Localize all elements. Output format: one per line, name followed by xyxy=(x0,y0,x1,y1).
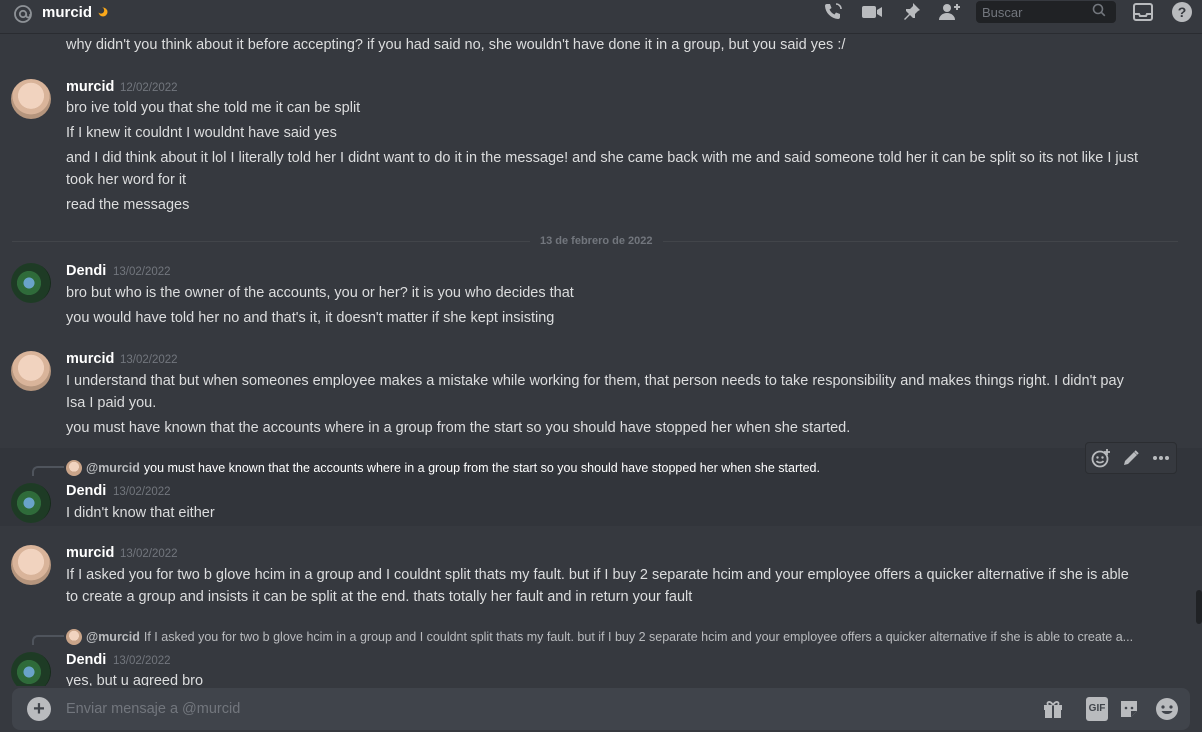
gif-label: GIF xyxy=(1085,697,1109,721)
avatar[interactable] xyxy=(11,652,51,686)
reply-text: If I asked you for two b glove hcim in a… xyxy=(143,630,1134,644)
message-timestamp: 12/02/2022 xyxy=(120,82,178,94)
gift-icon[interactable] xyxy=(1040,697,1066,721)
message-username[interactable]: Dendi xyxy=(66,650,106,670)
pin-icon[interactable] xyxy=(899,0,923,24)
message-timestamp: 13/02/2022 xyxy=(113,486,171,498)
message-text: Isa I paid you. xyxy=(66,395,157,411)
message-text: If I knew it couldnt I wouldnt have said… xyxy=(66,125,337,141)
emoji-icon[interactable] xyxy=(1154,697,1180,721)
date-divider-label: 13 de febrero de 2022 xyxy=(530,234,663,248)
message-input[interactable] xyxy=(66,701,966,717)
message-timestamp: 13/02/2022 xyxy=(120,354,178,366)
page-title: murcid xyxy=(42,4,93,21)
message-text: took her word for it xyxy=(66,172,187,188)
avatar[interactable] xyxy=(11,351,51,391)
message-timestamp: 13/02/2022 xyxy=(120,548,178,560)
message-username[interactable]: Dendi xyxy=(66,261,106,281)
reply-connector xyxy=(32,635,64,645)
message-text: I didn't know that either xyxy=(66,505,215,521)
message-text: yes, but u agreed bro xyxy=(66,673,204,686)
help-icon[interactable]: ? xyxy=(1170,0,1194,24)
add-reaction-icon[interactable] xyxy=(1089,446,1113,470)
inbox-icon[interactable] xyxy=(1131,0,1155,24)
message-timestamp: 13/02/2022 xyxy=(113,655,171,667)
message-text: I understand that but when someones empl… xyxy=(66,373,1124,389)
voice-call-icon[interactable] xyxy=(821,0,845,24)
message-text: bro ive told you that she told me it can… xyxy=(66,100,361,116)
message-text: bro but who is the owner of the accounts… xyxy=(66,285,574,301)
message-username[interactable]: murcid xyxy=(66,77,114,97)
message-composer: + GIF xyxy=(12,688,1190,730)
at-sign-icon xyxy=(12,4,34,24)
idle-status-icon xyxy=(97,4,108,22)
reply-text: you must have known that the accounts wh… xyxy=(143,461,820,475)
add-friend-icon[interactable] xyxy=(938,0,962,24)
avatar[interactable] xyxy=(11,545,51,585)
reply-avatar xyxy=(66,629,82,645)
reply-username[interactable]: @murcid xyxy=(86,459,140,477)
message-timestamp: 13/02/2022 xyxy=(113,266,171,278)
message-text: to create a group and insists it can be … xyxy=(66,589,693,605)
scrollbar-thumb[interactable] xyxy=(1196,590,1202,624)
avatar[interactable] xyxy=(11,263,51,303)
message-text: you would have told her no and that's it… xyxy=(66,310,555,326)
message-username[interactable]: murcid xyxy=(66,349,114,369)
avatar[interactable] xyxy=(11,483,51,523)
message-text: and I did think about it lol I literally… xyxy=(66,150,1138,166)
video-call-icon[interactable] xyxy=(860,0,884,24)
search-input[interactable] xyxy=(982,4,1092,20)
message-text: read the messages xyxy=(66,197,190,213)
channel-header: murcid ? xyxy=(0,0,1202,34)
reply-preview[interactable]: @murcid If I asked you for two b glove h… xyxy=(66,628,1133,646)
reply-avatar xyxy=(66,460,82,476)
message-text: If I asked you for two b glove hcim in a… xyxy=(66,567,1129,583)
search-icon xyxy=(1092,3,1106,22)
message-list: why didn't you think about it before acc… xyxy=(0,34,1202,686)
avatar[interactable] xyxy=(11,79,51,119)
message-username[interactable]: Dendi xyxy=(66,481,106,501)
header-toolbar: ? xyxy=(806,0,1194,24)
search-field[interactable] xyxy=(976,1,1116,23)
reply-preview[interactable]: @murcid you must have known that the acc… xyxy=(66,459,820,477)
more-options-icon[interactable] xyxy=(1149,446,1173,470)
edit-icon[interactable] xyxy=(1119,446,1143,470)
svg-text:?: ? xyxy=(1178,4,1187,20)
reply-connector xyxy=(32,466,64,476)
message-actions-toolbar xyxy=(1085,442,1177,474)
gif-button[interactable]: GIF xyxy=(1078,697,1109,721)
message-username[interactable]: murcid xyxy=(66,543,114,563)
sticker-icon[interactable] xyxy=(1116,697,1142,721)
reply-username[interactable]: @murcid xyxy=(86,628,140,646)
composer-toolbar: GIF xyxy=(1028,697,1180,721)
message-text: why didn't you think about it before acc… xyxy=(66,37,846,53)
upload-button[interactable]: + xyxy=(27,697,51,721)
message-text: you must have known that the accounts wh… xyxy=(66,420,851,436)
